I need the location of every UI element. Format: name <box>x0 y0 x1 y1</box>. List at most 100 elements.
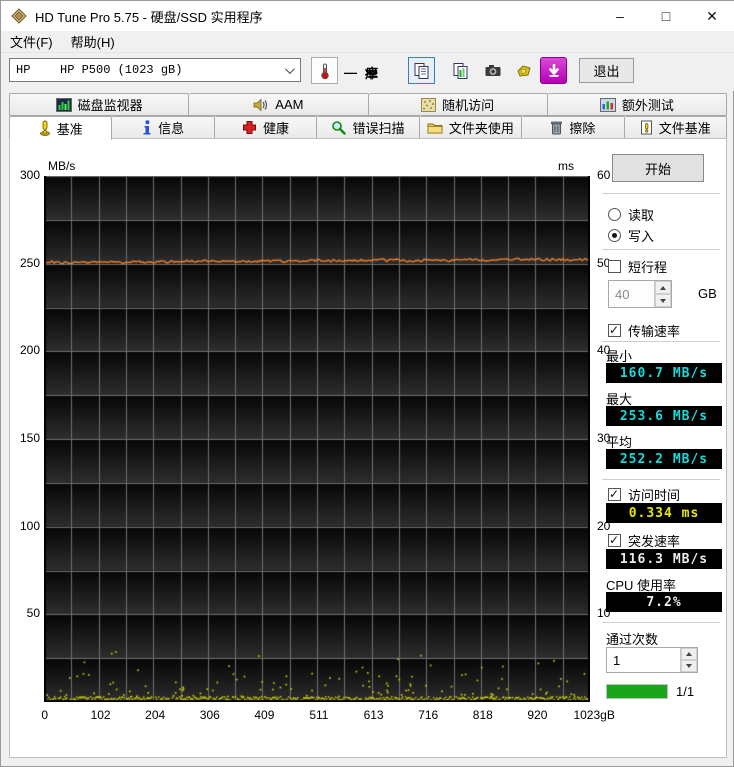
window-title: HD Tune Pro 5.75 - 硬盘/SSD 实用程序 <box>35 9 263 25</box>
y-left-axis-title: MB/s <box>48 159 76 173</box>
minimize-button[interactable]: – <box>597 1 643 31</box>
copy-image-button[interactable] <box>447 57 474 84</box>
menu-file[interactable]: 文件(F) <box>1 30 62 53</box>
x-tick: 818 <box>472 708 493 722</box>
tab-label: 文件夹使用 <box>448 121 514 136</box>
tab-file-benchmark[interactable]: 文件基准 <box>624 116 727 139</box>
close-button[interactable]: ✕ <box>689 1 734 31</box>
checkbox-icon <box>608 323 621 337</box>
tab-label: 信息 <box>158 121 185 136</box>
save-button[interactable] <box>510 57 537 84</box>
window-controls: – □ ✕ <box>597 1 734 31</box>
spin-down-button[interactable] <box>655 294 671 307</box>
tab-label: 健康 <box>263 121 290 136</box>
separator <box>602 479 720 480</box>
info-icon <box>143 120 151 135</box>
tab-label: 磁盘监视器 <box>77 98 143 113</box>
error-scan-icon <box>332 121 347 135</box>
exit-button[interactable]: 退出 <box>579 58 634 83</box>
write-radio[interactable]: 写入 <box>608 227 654 244</box>
file-benchmark-icon <box>640 120 652 135</box>
short-stroke-checkbox[interactable]: 短行程 <box>608 258 667 275</box>
burst-rate-checkbox[interactable]: 突发速率 <box>608 532 680 549</box>
start-button[interactable]: 开始 <box>612 154 704 182</box>
x-tick: 511 <box>309 708 329 722</box>
cpu-usage-display: 7.2% <box>606 592 722 612</box>
menu-bar: 文件(F) 帮助(H) <box>1 31 734 53</box>
spin-up-button[interactable] <box>681 648 697 660</box>
tab-aam[interactable]: AAM <box>189 93 369 116</box>
transfer-rate-checkbox[interactable]: 传输速率 <box>608 322 681 339</box>
access-time-display: 0.334 ms <box>606 503 722 523</box>
screenshot-button[interactable] <box>479 57 506 84</box>
temperature-button[interactable] <box>311 57 338 84</box>
tab-extra-tests[interactable]: 额外测试 <box>547 93 727 116</box>
start-button-label: 开始 <box>644 161 671 177</box>
tab-strip-top: 磁盘监视器 AAM 随机访问 额外测试 <box>9 93 727 116</box>
tab-label: 基准 <box>56 121 83 137</box>
avg-value-display: 252.2 MB/s <box>606 449 722 469</box>
toolbar: HP HP P500 (1023 gB) — 癴 退出 <box>1 53 734 91</box>
maximize-button[interactable]: □ <box>643 1 689 31</box>
gb-unit-label: GB <box>698 286 717 301</box>
y-left-tick: 300 <box>19 168 40 182</box>
min-value-display: 160.7 MB/s <box>606 363 722 383</box>
random-access-icon <box>421 97 437 112</box>
exit-button-label: 退出 <box>593 64 620 79</box>
access-time-checkbox[interactable]: 访问时间 <box>608 486 680 503</box>
erase-icon <box>551 121 563 135</box>
menu-help[interactable]: 帮助(H) <box>62 30 124 53</box>
tab-benchmark[interactable]: 基准 <box>9 116 113 140</box>
y-left-tick: 200 <box>19 343 40 358</box>
tab-health[interactable]: 健康 <box>214 116 318 139</box>
download-arrow-icon <box>548 63 559 77</box>
separator <box>602 622 720 623</box>
camera-icon <box>485 64 500 76</box>
checkbox-icon <box>608 259 621 273</box>
y-right-axis-title: ms <box>558 159 574 173</box>
tab-label: 错误扫描 <box>352 121 405 136</box>
transfer-rate-label: 传输速率 <box>628 323 681 339</box>
tab-folder-usage[interactable]: 文件夹使用 <box>419 116 523 139</box>
spin-up-button[interactable] <box>655 281 671 294</box>
title-bar: HD Tune Pro 5.75 - 硬盘/SSD 实用程序 – □ ✕ <box>1 1 734 31</box>
y-right-tick: 60 <box>597 168 611 182</box>
pass-count-value: 1 <box>613 652 621 668</box>
speaker-icon <box>253 98 268 111</box>
read-radio[interactable]: 读取 <box>608 206 655 223</box>
disk-monitor-icon <box>55 97 72 112</box>
copy-text-button[interactable] <box>408 57 435 84</box>
tab-disk-monitor[interactable]: 磁盘监视器 <box>9 93 190 116</box>
tab-erase[interactable]: 擦除 <box>522 116 625 139</box>
pass-count-spinner[interactable]: 1 <box>606 647 698 673</box>
copy-text-icon <box>414 62 428 79</box>
health-icon <box>243 121 257 134</box>
chevron-down-icon <box>284 64 295 75</box>
pass-progress-bar <box>606 684 668 699</box>
tab-strip-bottom: 基准 信息 健康 错误扫描 文件夹使用 擦除 文件基准 <box>9 116 727 140</box>
x-tick: 102 <box>90 708 111 722</box>
pass-progress-fill <box>607 685 667 698</box>
y-left-tick: 250 <box>19 255 40 270</box>
triangle-up-icon <box>660 285 666 290</box>
thermometer-icon <box>320 63 329 79</box>
tab-random-access[interactable]: 随机访问 <box>368 93 548 116</box>
spin-down-button[interactable] <box>681 660 697 672</box>
triangle-up-icon <box>686 652 692 656</box>
extra-tests-icon <box>599 97 616 112</box>
copy-image-icon <box>453 62 467 79</box>
tab-info[interactable]: 信息 <box>112 116 215 139</box>
drive-select-dropdown[interactable]: HP HP P500 (1023 gB) <box>9 58 301 82</box>
y-left-tick: 100 <box>19 518 40 533</box>
y-left-tick: 150 <box>19 431 40 445</box>
spinner-arrows <box>654 281 671 307</box>
short-stroke-size-spinner[interactable]: 40 <box>608 280 672 308</box>
separator <box>602 249 720 250</box>
radio-circle-icon <box>608 228 621 242</box>
tab-error-scan[interactable]: 错误扫描 <box>317 116 420 139</box>
read-radio-label: 读取 <box>628 207 655 223</box>
download-button[interactable] <box>540 57 567 84</box>
hd-tune-window: { "window": { "title": "HD Tune Pro 5.75… <box>0 0 734 767</box>
checkbox-icon <box>608 487 621 501</box>
tab-label: AAM <box>275 97 304 112</box>
